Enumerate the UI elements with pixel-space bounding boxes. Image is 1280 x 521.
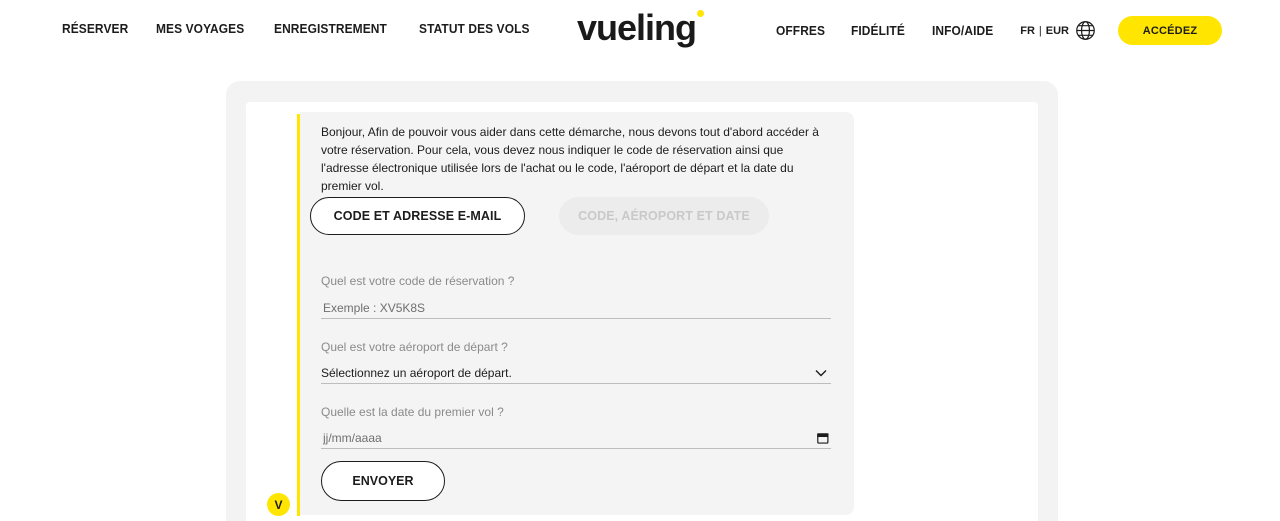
booking-code-input[interactable] [321,300,831,315]
departure-airport-value: Sélectionnez un aéroport de départ. [321,365,512,380]
nav-statut-des-vols[interactable]: STATUT DES VOLS [419,21,530,36]
logo-text: vueling [577,7,697,48]
booking-code-label: Quel est votre code de réservation ? [321,274,515,288]
nav-enregistrement[interactable]: ENREGISTREMENT [274,21,387,36]
first-flight-date-field [321,427,831,449]
calendar-icon[interactable] [817,432,829,444]
first-flight-date-label: Quelle est la date du premier vol ? [321,405,504,419]
logo-dot [697,10,705,17]
secondary-nav: OFFRES FIDÉLITÉ INFO/AIDE FR | EUR ACCÉD… [776,16,1222,45]
vueling-logo[interactable]: vueling [577,7,705,52]
locale-selector[interactable]: FR | EUR [1020,20,1096,41]
booking-code-field [321,297,831,319]
departure-airport-select[interactable]: Sélectionnez un aéroport de départ. [321,362,831,384]
tab-code-airport-date[interactable]: CODE, AÉROPORT ET DATE [559,197,769,235]
globe-icon [1076,21,1095,40]
currency-label: EUR [1045,24,1069,37]
locale-separator: | [1038,24,1042,37]
language-label: FR [1020,24,1035,37]
nav-reserver[interactable]: RÉSERVER [62,21,128,36]
nav-info-aide[interactable]: INFO/AIDE [932,23,993,38]
nav-fidelite[interactable]: FIDÉLITÉ [851,23,905,38]
tab-code-email[interactable]: CODE ET ADRESSE E-MAIL [310,197,525,235]
site-header: RÉSERVER MES VOYAGES ENREGISTREMENT STAT… [0,0,1280,62]
first-flight-date-input[interactable] [321,430,818,445]
nav-offres[interactable]: OFFRES [776,23,825,38]
chevron-down-icon [815,369,827,376]
nav-mes-voyages[interactable]: MES VOYAGES [156,21,244,36]
main-nav: RÉSERVER MES VOYAGES ENREGISTREMENT STAT… [62,21,539,36]
chat-intro-text: Bonjour, Afin de pouvoir vous aider dans… [321,125,819,193]
departure-airport-label: Quel est votre aéroport de départ ? [321,340,508,354]
send-button[interactable]: ENVOYER [321,461,445,501]
vueling-chat-avatar: V [267,493,290,516]
login-button[interactable]: ACCÉDEZ [1118,16,1222,45]
